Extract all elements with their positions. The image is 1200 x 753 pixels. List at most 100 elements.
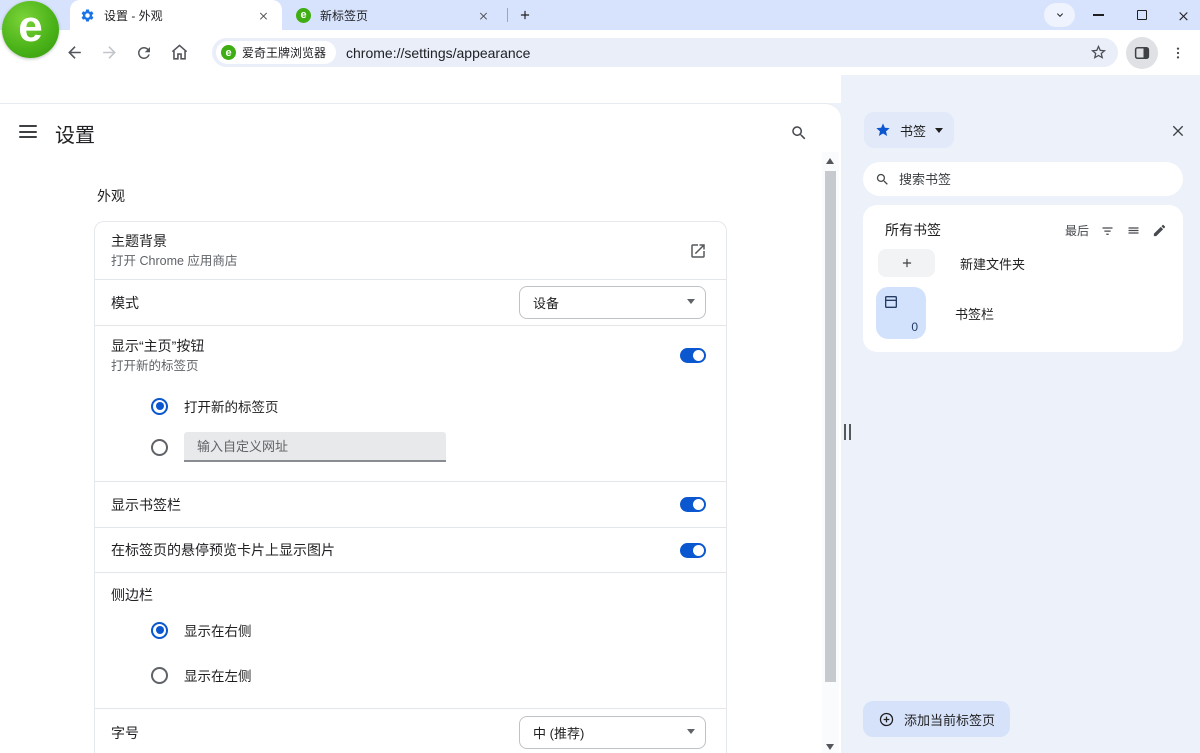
window-minimize-button[interactable]	[1079, 0, 1117, 30]
sort-icon[interactable]	[1100, 223, 1115, 238]
radio-option-custom-url[interactable]	[151, 432, 446, 462]
address-bar[interactable]: e 爱奇王牌浏览器 chrome://settings/appearance	[212, 38, 1118, 67]
panel-title: 书签	[900, 121, 926, 140]
font-size-select-value: 中 (推荐)	[533, 723, 584, 742]
page-title: 设置	[55, 119, 95, 148]
mode-label: 模式	[111, 293, 519, 313]
radio-option-ntp[interactable]: 打开新的标签页	[151, 396, 279, 416]
sidebar-row: 侧边栏 显示在右侧 显示在左侧	[95, 572, 726, 708]
radio-option-left[interactable]: 显示在左侧	[151, 665, 252, 685]
browser-logo: e	[2, 1, 59, 58]
home-button-subtitle: 打开新的标签页	[111, 357, 706, 376]
sidebar-label: 侧边栏	[111, 585, 706, 605]
plus-circle-icon	[878, 711, 895, 728]
tab-close-icon[interactable]	[475, 7, 492, 24]
view-list-icon[interactable]	[1126, 223, 1141, 238]
panel-resize-handle[interactable]	[844, 424, 851, 440]
bookmark-search-bar[interactable]	[863, 162, 1183, 196]
content-top-strip	[0, 75, 841, 103]
search-icon[interactable]	[790, 124, 808, 142]
bookmarks-bar-row: 显示书签栏	[95, 481, 726, 527]
tab-strip: 设置 - 外观 e 新标签页	[0, 0, 1200, 30]
scrollbar-up-icon[interactable]	[826, 158, 834, 164]
font-size-select[interactable]: 中 (推荐)	[519, 716, 706, 749]
folder-name: 书签栏	[955, 304, 994, 323]
hamburger-menu-icon[interactable]	[19, 125, 37, 138]
tab-search-chevron-icon[interactable]	[1044, 3, 1075, 27]
tab-title: 设置 - 外观	[104, 7, 255, 24]
panel-close-icon[interactable]	[1170, 122, 1186, 138]
browser-favicon-icon: e	[296, 8, 311, 23]
bookmarks-bar-label: 显示书签栏	[111, 495, 680, 515]
site-chip[interactable]: e 爱奇王牌浏览器	[216, 41, 336, 64]
new-folder-label: 新建文件夹	[960, 254, 1025, 273]
back-icon[interactable]	[60, 39, 88, 67]
tab-settings[interactable]: 设置 - 外观	[70, 0, 282, 30]
tab-close-icon[interactable]	[255, 7, 272, 24]
font-size-label: 字号	[111, 723, 519, 743]
url-text: chrome://settings/appearance	[346, 45, 530, 61]
radio-option-right[interactable]: 显示在右侧	[151, 620, 252, 640]
scrollbar-down-icon[interactable]	[826, 744, 834, 750]
radio-unselected-icon[interactable]	[151, 667, 168, 684]
forward-icon	[95, 39, 123, 67]
radio-unselected-icon[interactable]	[151, 439, 168, 456]
external-link-icon[interactable]	[689, 242, 707, 260]
bookmark-star-icon[interactable]	[1090, 44, 1107, 61]
mode-select[interactable]: 设备	[519, 286, 706, 319]
gear-icon	[80, 8, 95, 23]
window-icon	[883, 294, 899, 310]
theme-title: 主题背景	[111, 231, 706, 251]
panel-title-dropdown[interactable]: 书签	[864, 112, 954, 148]
radio-label: 显示在右侧	[184, 620, 252, 640]
bookmarks-side-panel: 书签 所有书签 最后	[841, 75, 1200, 753]
theme-subtitle: 打开 Chrome 应用商店	[111, 252, 706, 271]
custom-url-input[interactable]	[184, 432, 446, 462]
radio-selected-icon[interactable]	[151, 622, 168, 639]
all-bookmarks-card: 所有书签 最后 新建文件夹	[863, 205, 1183, 352]
add-current-tab-label: 添加当前标签页	[904, 710, 995, 729]
bookmarks-bar-folder[interactable]: 0 书签栏	[876, 287, 1183, 339]
tab-title: 新标签页	[320, 7, 475, 24]
add-current-tab-button[interactable]: 添加当前标签页	[863, 701, 1010, 737]
menu-kebab-icon[interactable]	[1166, 41, 1190, 65]
scrollbar-thumb[interactable]	[825, 171, 836, 682]
section-title: 外观	[97, 186, 125, 206]
home-button-title: 显示“主页”按钮	[111, 336, 706, 356]
scrollbar[interactable]	[822, 152, 839, 753]
side-panel-toggle-icon[interactable]	[1126, 37, 1158, 69]
radio-label: 显示在左侧	[184, 665, 252, 685]
sort-order-label[interactable]: 最后	[1065, 222, 1089, 239]
site-chip-label: 爱奇王牌浏览器	[242, 44, 326, 61]
font-size-row: 字号 中 (推荐)	[95, 708, 726, 753]
browser-window: 设置 - 外观 e 新标签页 e	[0, 0, 1200, 753]
folder-tile[interactable]: 0	[876, 287, 926, 339]
tab-divider	[507, 8, 508, 22]
reload-icon[interactable]	[130, 39, 158, 67]
tab-hover-label: 在标签页的悬停预览卡片上显示图片	[111, 540, 680, 560]
appearance-card: 主题背景 打开 Chrome 应用商店 模式 设备 显示“主页”按钮 打开新的标	[94, 221, 727, 753]
edit-pencil-icon[interactable]	[1152, 223, 1167, 238]
browser-favicon-icon: e	[221, 45, 236, 60]
tab-new-tab[interactable]: e 新标签页	[286, 0, 502, 30]
home-button-row: 显示“主页”按钮 打开新的标签页 打开新的标签页	[95, 325, 726, 481]
all-bookmarks-title: 所有书签	[885, 220, 1065, 240]
bookmarks-bar-toggle[interactable]	[680, 497, 706, 512]
new-tab-button[interactable]	[513, 3, 537, 27]
new-folder-button[interactable]: 新建文件夹	[878, 249, 1183, 277]
folder-count: 0	[911, 320, 918, 334]
theme-row[interactable]: 主题背景 打开 Chrome 应用商店	[95, 222, 726, 279]
window-close-button[interactable]	[1164, 0, 1200, 30]
home-icon[interactable]	[165, 39, 193, 67]
mode-row: 模式 设备	[95, 279, 726, 325]
mode-select-value: 设备	[533, 293, 559, 312]
radio-selected-icon[interactable]	[151, 398, 168, 415]
bookmark-search-input[interactable]	[899, 172, 1129, 187]
settings-page: 设置 外观 主题背景 打开 Chrome 应用商店 模式 设备	[0, 103, 841, 753]
chevron-down-icon	[687, 299, 695, 304]
window-maximize-button[interactable]	[1123, 0, 1161, 30]
plus-icon[interactable]	[878, 249, 935, 277]
home-button-toggle[interactable]	[680, 348, 706, 363]
chevron-down-icon	[935, 128, 943, 133]
tab-hover-toggle[interactable]	[680, 543, 706, 558]
